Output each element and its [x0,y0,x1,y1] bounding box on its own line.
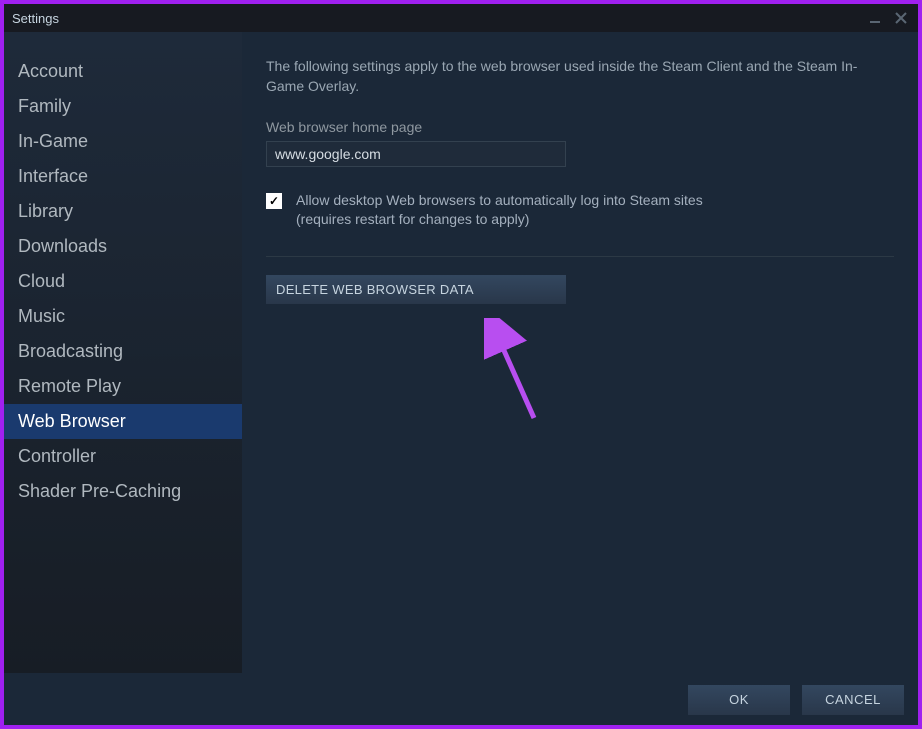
sidebar-item-interface[interactable]: Interface [4,159,242,194]
sidebar-item-library[interactable]: Library [4,194,242,229]
auto-login-line2: (requires restart for changes to apply) [296,211,529,227]
titlebar: Settings [4,4,918,32]
window-title: Settings [12,11,59,26]
auto-login-label: Allow desktop Web browsers to automatica… [296,191,703,230]
sidebar-item-broadcasting[interactable]: Broadcasting [4,334,242,369]
divider [266,256,894,257]
delete-web-browser-data-button[interactable]: DELETE WEB BROWSER DATA [266,275,566,304]
sidebar-item-remote-play[interactable]: Remote Play [4,369,242,404]
settings-window: Settings AccountFamilyIn-GameInterfaceLi… [0,0,922,729]
body-area: AccountFamilyIn-GameInterfaceLibraryDown… [4,32,918,673]
dialog-footer: OK CANCEL [4,673,918,725]
content-description: The following settings apply to the web … [266,56,894,97]
auto-login-line1: Allow desktop Web browsers to automatica… [296,192,703,208]
sidebar-item-cloud[interactable]: Cloud [4,264,242,299]
sidebar-item-controller[interactable]: Controller [4,439,242,474]
settings-content: The following settings apply to the web … [242,32,918,673]
sidebar-item-shader-pre-caching[interactable]: Shader Pre-Caching [4,474,242,509]
sidebar-item-downloads[interactable]: Downloads [4,229,242,264]
minimize-button[interactable] [866,9,884,27]
cancel-button[interactable]: CANCEL [802,685,904,715]
sidebar-item-in-game[interactable]: In-Game [4,124,242,159]
auto-login-checkbox[interactable] [266,193,282,209]
close-button[interactable] [892,9,910,27]
sidebar-item-web-browser[interactable]: Web Browser [4,404,242,439]
sidebar-item-music[interactable]: Music [4,299,242,334]
auto-login-checkbox-row[interactable]: Allow desktop Web browsers to automatica… [266,191,894,230]
homepage-label: Web browser home page [266,119,894,135]
homepage-input[interactable] [266,141,566,167]
sidebar-item-family[interactable]: Family [4,89,242,124]
ok-button[interactable]: OK [688,685,790,715]
settings-sidebar: AccountFamilyIn-GameInterfaceLibraryDown… [4,32,242,673]
sidebar-item-account[interactable]: Account [4,54,242,89]
